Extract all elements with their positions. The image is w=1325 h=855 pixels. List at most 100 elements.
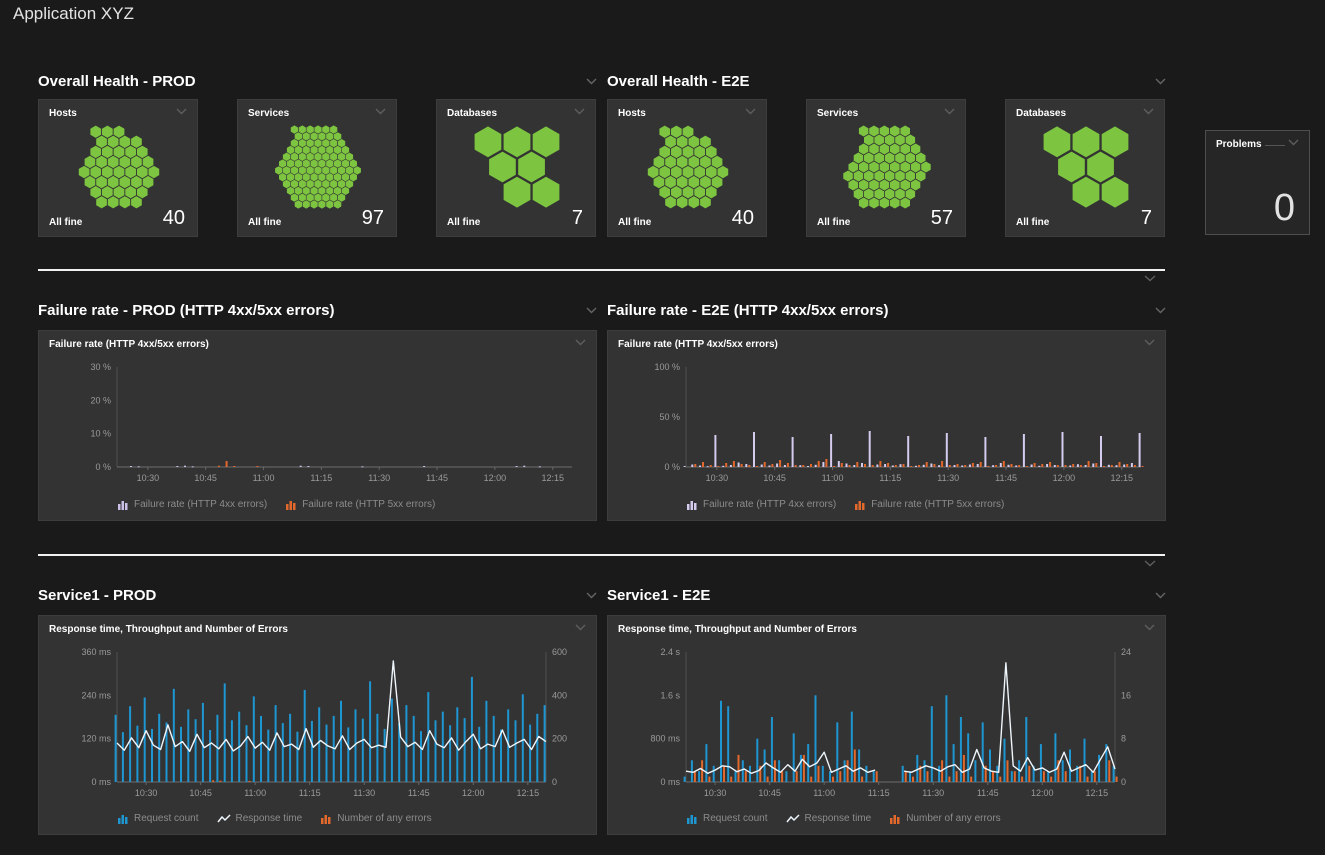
tile-service1-e2e[interactable]: Response time, Throughput and Number of …: [607, 615, 1166, 835]
entity-count: 97: [362, 208, 384, 228]
svg-text:30 %: 30 %: [90, 362, 111, 372]
tile-title: Databases: [1016, 108, 1066, 119]
service1-e2e-chart[interactable]: 0 ms800 ms1.6 s2.4 s08162410:3010:4511:0…: [618, 644, 1155, 804]
chevron-down-icon[interactable]: [586, 307, 597, 314]
honeycomb-chart[interactable]: [630, 125, 746, 209]
legend-item[interactable]: Request count: [117, 813, 199, 824]
svg-text:2.4 s: 2.4 s: [660, 647, 680, 657]
svg-text:12:00: 12:00: [484, 473, 507, 483]
line-series-icon: [786, 814, 800, 824]
chevron-down-icon[interactable]: [375, 108, 386, 115]
svg-text:11:45: 11:45: [995, 473, 1017, 483]
chevron-down-icon[interactable]: [1155, 307, 1166, 314]
tile-hosts-e2e[interactable]: Hosts All fine 40: [607, 99, 767, 237]
section-divider: [38, 554, 1165, 556]
chevron-down-icon[interactable]: [1144, 624, 1155, 631]
tile-services-e2e[interactable]: Services All fine 57: [806, 99, 966, 237]
tile-title: Databases: [447, 108, 497, 119]
section-header-service1-e2e: Service1 - E2E: [607, 584, 1166, 606]
legend-label: Response time: [236, 813, 303, 824]
tile-hosts-prod[interactable]: Hosts All fine 40: [38, 99, 198, 237]
legend-item[interactable]: Number of any errors: [889, 813, 1000, 824]
service1-prod-chart[interactable]: 0 ms120 ms240 ms360 ms020040060010:3010:…: [49, 644, 586, 804]
svg-text:240 ms: 240 ms: [81, 690, 111, 700]
tile-problems[interactable]: Problems 0: [1205, 130, 1310, 235]
legend-item[interactable]: Failure rate (HTTP 4xx errors): [117, 499, 267, 510]
legend-item[interactable]: Request count: [686, 813, 768, 824]
section-header-health-prod: Overall Health - PROD: [38, 70, 597, 92]
chevron-down-icon[interactable]: [1144, 275, 1156, 282]
legend-item[interactable]: Failure rate (HTTP 4xx errors): [686, 499, 836, 510]
legend-item[interactable]: Failure rate (HTTP 5xx errors): [285, 499, 435, 510]
honeycomb-chart[interactable]: [459, 125, 575, 209]
legend-label: Number of any errors: [337, 813, 431, 824]
legend-item[interactable]: Response time: [786, 813, 872, 824]
chevron-down-icon[interactable]: [1155, 592, 1166, 599]
svg-text:11:00: 11:00: [244, 788, 266, 798]
tile-failure-rate-prod[interactable]: Failure rate (HTTP 4xx/5xx errors) 0 %10…: [38, 330, 597, 521]
tile-service1-prod[interactable]: Response time, Throughput and Number of …: [38, 615, 597, 835]
bar-series-icon: [320, 814, 332, 824]
tile-services-prod[interactable]: Services All fine 97: [237, 99, 397, 237]
svg-text:10 %: 10 %: [90, 429, 111, 439]
tile-failure-rate-e2e[interactable]: Failure rate (HTTP 4xx/5xx errors) 0 %50…: [607, 330, 1166, 521]
chevron-down-icon[interactable]: [944, 108, 955, 115]
tile-title: Problems: [1216, 139, 1262, 150]
honeycomb-chart[interactable]: [260, 125, 376, 209]
section-title: Service1 - PROD: [38, 587, 156, 604]
tile-databases-prod[interactable]: Databases All fine 7: [436, 99, 596, 237]
section-header-failure-prod: Failure rate - PROD (HTTP 4xx/5xx errors…: [38, 299, 597, 321]
svg-text:0: 0: [1121, 777, 1126, 787]
failure-rate-e2e-chart[interactable]: 0 %50 %100 %10:3010:4511:0011:1511:3011:…: [618, 359, 1155, 489]
chevron-down-icon[interactable]: [574, 108, 585, 115]
chevron-down-icon[interactable]: [586, 592, 597, 599]
svg-text:10:30: 10:30: [704, 788, 727, 798]
legend-item[interactable]: Failure rate (HTTP 5xx errors): [854, 499, 1004, 510]
chevron-down-icon[interactable]: [575, 624, 586, 631]
line-series-icon: [217, 814, 231, 824]
svg-text:600: 600: [552, 647, 567, 657]
tile-databases-e2e[interactable]: Databases All fine 7: [1005, 99, 1165, 237]
legend-label: Failure rate (HTTP 5xx errors): [871, 499, 1004, 510]
chart-legend: Request count Response time Number of any …: [117, 813, 432, 824]
tile-title: Failure rate (HTTP 4xx/5xx errors): [49, 339, 209, 350]
chevron-down-icon[interactable]: [586, 78, 597, 85]
legend-item[interactable]: Number of any errors: [320, 813, 431, 824]
chart-legend: Failure rate (HTTP 4xx errors) Failure ra…: [686, 499, 1004, 510]
chevron-down-icon[interactable]: [1288, 139, 1299, 146]
svg-text:11:30: 11:30: [937, 473, 959, 483]
svg-text:10:30: 10:30: [137, 473, 160, 483]
svg-text:11:45: 11:45: [426, 473, 448, 483]
svg-text:11:15: 11:15: [310, 473, 332, 483]
svg-text:11:30: 11:30: [368, 473, 390, 483]
svg-text:10:45: 10:45: [763, 473, 786, 483]
chevron-down-icon[interactable]: [1155, 78, 1166, 85]
honeycomb-chart[interactable]: [61, 125, 177, 209]
entity-count: 7: [1141, 208, 1152, 228]
svg-text:11:00: 11:00: [813, 788, 835, 798]
legend-label: Request count: [703, 813, 768, 824]
status-text: All fine: [817, 217, 850, 228]
chevron-down-icon[interactable]: [575, 339, 586, 346]
entity-count: 57: [931, 208, 953, 228]
status-text: All fine: [1016, 217, 1049, 228]
chevron-down-icon[interactable]: [1143, 108, 1154, 115]
honeycomb-chart[interactable]: [1028, 125, 1144, 209]
section-title: Overall Health - PROD: [38, 73, 196, 90]
svg-text:800 ms: 800 ms: [650, 734, 680, 744]
section-header-health-e2e: Overall Health - E2E: [607, 70, 1166, 92]
legend-label: Number of any errors: [906, 813, 1000, 824]
svg-text:12:15: 12:15: [1086, 788, 1109, 798]
bar-series-icon: [686, 500, 698, 510]
chevron-down-icon[interactable]: [1144, 339, 1155, 346]
chevron-down-icon[interactable]: [1144, 560, 1156, 567]
failure-rate-prod-chart[interactable]: 0 %10 %20 %30 %10:3010:4511:0011:1511:30…: [49, 359, 586, 489]
svg-text:0 %: 0 %: [664, 462, 680, 472]
entity-count: 40: [163, 208, 185, 228]
chevron-down-icon[interactable]: [176, 108, 187, 115]
bar-series-icon: [117, 814, 129, 824]
legend-item[interactable]: Response time: [217, 813, 303, 824]
chevron-down-icon[interactable]: [745, 108, 756, 115]
svg-text:11:45: 11:45: [408, 788, 430, 798]
honeycomb-chart[interactable]: [829, 125, 945, 209]
